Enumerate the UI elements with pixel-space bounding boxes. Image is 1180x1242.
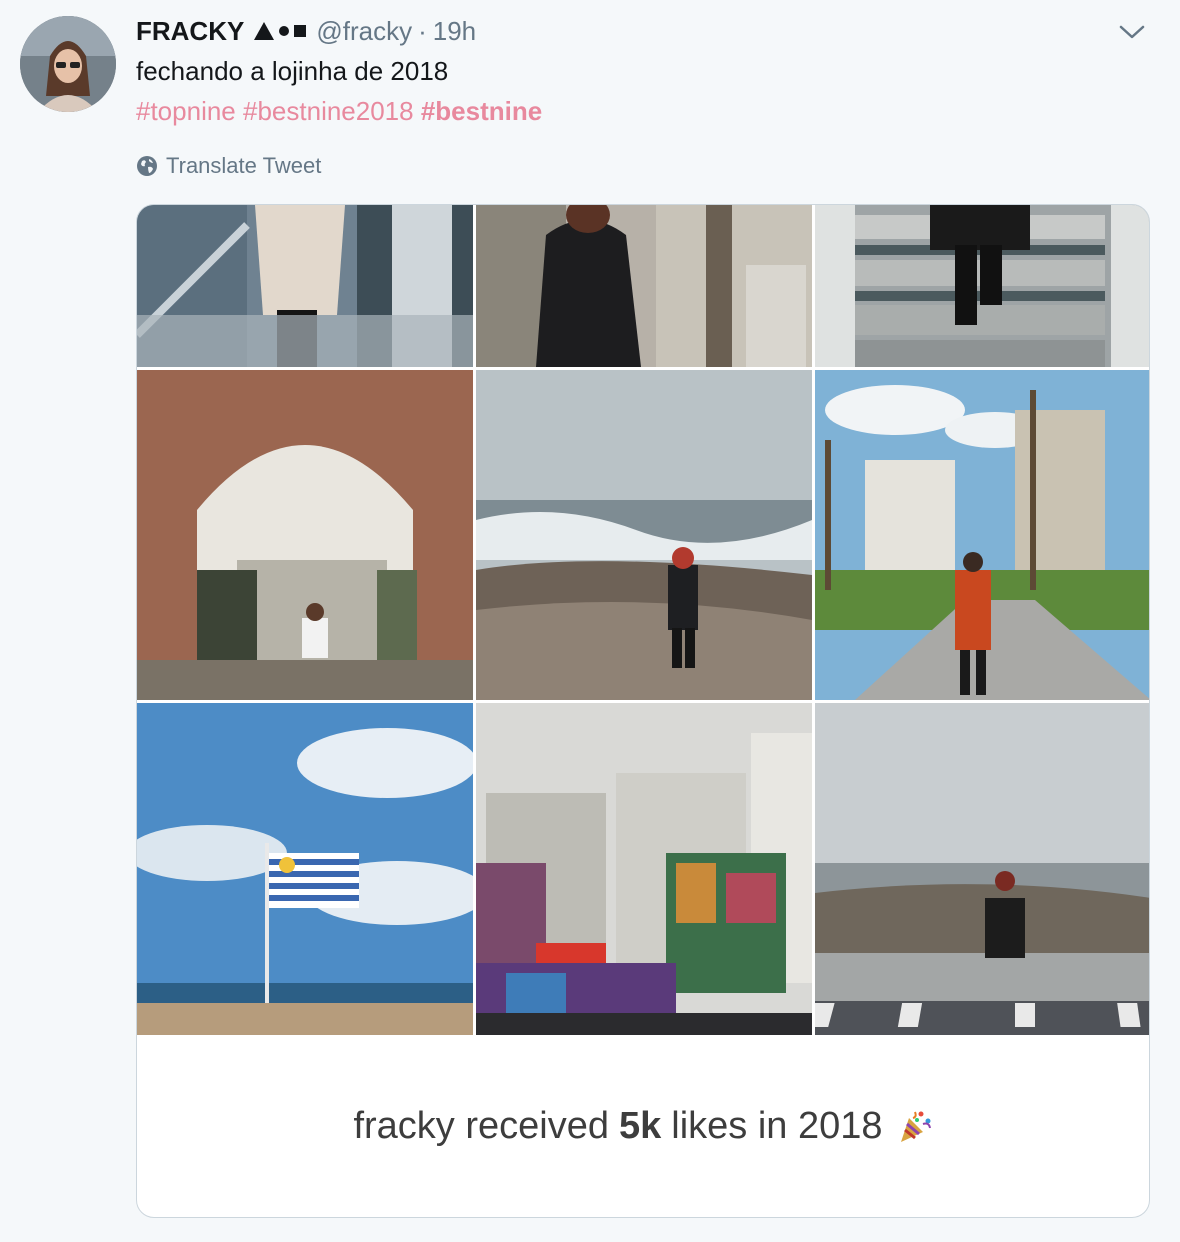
photo-grid	[137, 205, 1149, 1035]
globe-icon	[137, 156, 157, 176]
timestamp[interactable]: 19h	[433, 16, 476, 47]
photo-tile-5[interactable]	[476, 370, 812, 700]
translate-label: Translate Tweet	[166, 153, 322, 178]
photo-tile-2[interactable]	[476, 205, 812, 367]
triangle-icon	[254, 22, 275, 40]
hashtag-bestnine2018[interactable]: #bestnine2018	[243, 96, 414, 126]
photo-tile-9[interactable]	[815, 703, 1149, 1035]
avatar-image	[20, 16, 116, 112]
translate-tweet-link[interactable]: Translate Tweet	[136, 152, 321, 180]
tweet-text: fechando a lojinha de 2018	[136, 56, 449, 86]
circle-icon	[279, 26, 290, 36]
party-popper-icon	[900, 1111, 931, 1142]
media-caption: fracky received 5k likes in 2018	[137, 1035, 1149, 1217]
photo-tile-1[interactable]	[137, 205, 473, 367]
caption-suffix: likes in 2018	[671, 1104, 883, 1147]
square-icon	[294, 25, 307, 37]
chevron-down-icon[interactable]	[1118, 22, 1146, 42]
hashtag-bestnine[interactable]: #bestnine	[421, 96, 542, 126]
caption-prefix: fracky received	[353, 1104, 609, 1147]
hashtag-topnine[interactable]: #topnine	[136, 96, 236, 126]
separator: ·	[418, 15, 427, 46]
author-handle[interactable]: @fracky	[316, 16, 412, 47]
author-name[interactable]: FRACKY	[136, 16, 244, 47]
photo-tile-4[interactable]	[137, 370, 473, 700]
photo-tile-7[interactable]	[137, 703, 473, 1035]
photo-tile-3[interactable]	[815, 205, 1149, 367]
hashtag-line: #topnine #bestnine2018 #bestnine	[136, 94, 542, 128]
photo-tile-6[interactable]	[815, 370, 1149, 700]
media-card[interactable]: fracky received 5k likes in 2018	[136, 204, 1150, 1218]
caption-likes-count: 5k	[619, 1104, 662, 1147]
photo-tile-8[interactable]	[476, 703, 812, 1035]
tweet-header: FRACKY @fracky · 19h	[136, 14, 476, 48]
name-symbols	[254, 22, 307, 40]
avatar[interactable]	[20, 16, 116, 112]
